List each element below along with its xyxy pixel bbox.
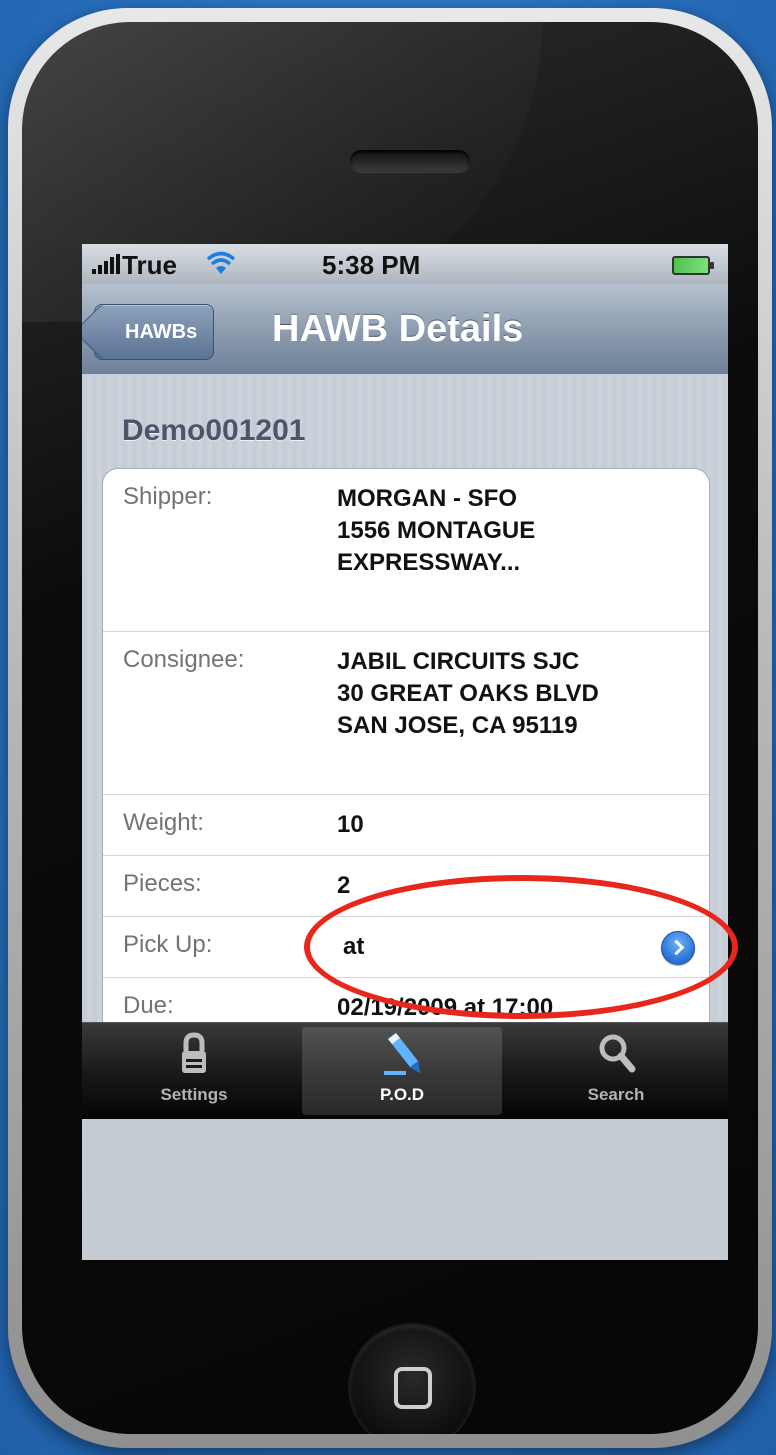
details-table: Shipper: MORGAN - SFO 1556 MONTAGUE EXPR… [102,468,710,1039]
pieces-row: Pieces: 2 [103,856,709,917]
carrier-name: True [122,250,177,280]
address-line: MORGAN - SFO [337,485,517,512]
detail-disclosure-icon[interactable] [661,931,695,965]
shipper-row: Shipper: MORGAN - SFO 1556 MONTAGUE EXPR… [103,469,709,632]
tab-bar: Settings P.O.D Search [82,1022,728,1119]
row-label: Pieces: [123,870,202,897]
address-line: 30 GREAT OAKS BLVD [337,680,599,707]
tab-settings[interactable]: Settings [94,1027,294,1115]
weight-value: 10 [337,811,364,838]
status-time: 5:38 PM [322,250,421,280]
home-square-icon [394,1367,432,1409]
back-button-label: HAWBs [125,320,198,343]
record-id-header: Demo001201 [122,414,306,447]
address-line: 1556 MONTAGUE [337,517,536,544]
navigation-bar: HAWBs HAWB Details [82,284,728,375]
weight-row: Weight: 10 [103,795,709,856]
address-line: EXPRESSWAY... [337,549,521,576]
earpiece-speaker [350,150,470,172]
status-bar: True 5:38 PM [82,244,728,284]
consignee-row: Consignee: JABIL CIRCUITS SJC 30 GREAT O… [103,632,709,795]
tab-label: Search [587,1085,645,1104]
row-label: Shipper: [123,483,213,510]
tab-label: P.O.D [379,1085,425,1104]
tab-label: Settings [160,1085,228,1104]
details-content: Demo001201 Shipper: MORGAN - SFO 1556 MO… [82,374,728,1039]
pick-up-row[interactable]: Pick Up: at [103,917,709,978]
battery-icon [672,256,714,275]
consignee-address: JABIL CIRCUITS SJC 30 GREAT OAKS BLVD SA… [337,646,599,742]
tab-pod[interactable]: P.O.D [302,1027,502,1115]
magnifier-icon [599,1034,636,1073]
due-value: 02/19/2009 at 17:00 [337,994,554,1021]
address-line: JABIL CIRCUITS SJC [337,648,580,675]
row-label: Consignee: [123,646,245,673]
screen: True 5:38 PM HAWBs HAWB Details Demo0012… [82,244,728,1260]
wifi-icon [206,251,236,274]
signal-strength-icon [92,254,120,274]
page-title: HAWB Details [272,308,524,350]
address-line: SAN JOSE, CA 95119 [337,712,578,739]
back-button[interactable]: HAWBs [94,304,215,360]
lock-icon [182,1032,206,1073]
row-label: Pick Up: [123,931,213,958]
pick-up-value: at [343,933,365,960]
row-label: Due: [123,992,174,1019]
pen-icon [384,1033,420,1075]
row-label: Weight: [123,809,204,836]
pieces-value: 2 [337,872,351,899]
tab-search[interactable]: Search [516,1027,716,1115]
shipper-address: MORGAN - SFO 1556 MONTAGUE EXPRESSWAY... [337,483,535,579]
home-button[interactable] [350,1325,474,1434]
